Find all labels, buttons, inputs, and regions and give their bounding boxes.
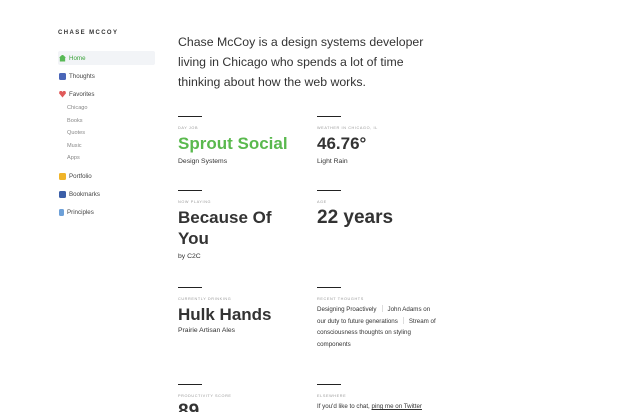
card-value: 46.76° <box>317 134 367 153</box>
card-value: 22 years <box>317 207 394 228</box>
card-label: PRODUCTIVITY SCORE <box>178 394 232 398</box>
intro-text: Chase McCoy is a design systems develope… <box>178 35 424 89</box>
card-label: ELSEWHERE <box>317 394 347 398</box>
thought-link[interactable]: Designing Proactively <box>317 306 377 313</box>
site-title[interactable]: CHASE MCCOY <box>58 30 158 36</box>
card-label: CURRENTLY DRINKING <box>178 297 232 301</box>
sub-item-quotes[interactable]: Quotes <box>67 127 158 140</box>
elsewhere-text: If you'd like to chat, ping me on Twitte… <box>317 401 457 412</box>
nav-label: Home <box>69 54 86 62</box>
nav-item-bookmarks[interactable]: Bookmarks <box>58 188 158 202</box>
bookmarks-icon <box>59 191 66 199</box>
nav-item-thoughts[interactable]: Thoughts <box>58 69 158 83</box>
card-label: NOW PLAYING <box>178 200 212 204</box>
divider <box>317 287 341 288</box>
divider <box>178 116 202 117</box>
card-label: AGE <box>317 200 327 204</box>
nav-label: Bookmarks <box>69 191 100 199</box>
nav-item-portfolio[interactable]: Portfolio <box>58 170 158 184</box>
nav-item-favorites[interactable]: Favorites <box>58 87 158 101</box>
separator <box>381 305 383 312</box>
separator <box>402 316 404 324</box>
home-icon <box>59 54 66 62</box>
card-day-job: DAY JOB Sprout Social Design Systems <box>178 116 298 165</box>
nav-label: Portfolio <box>69 173 92 181</box>
card-elsewhere: ELSEWHERE If you'd like to chat, ping me… <box>317 384 457 412</box>
heart-icon <box>59 90 66 98</box>
nav-label: Thoughts <box>69 72 95 80</box>
sub-item-chicago[interactable]: Chicago <box>67 102 158 115</box>
thought-list: Designing Proactively John Adams on our d… <box>317 304 437 350</box>
elsewhere-prefix: If you'd like to chat, <box>317 403 370 410</box>
card-value: Sprout Social <box>178 134 288 153</box>
sub-item-music[interactable]: Music <box>67 140 158 153</box>
card-value: 89 <box>178 401 200 412</box>
thoughts-icon <box>59 72 66 80</box>
card-label: RECENT THOUGHTS <box>317 297 364 301</box>
card-value: Hulk Hands <box>178 305 272 324</box>
nav-item-principles[interactable]: Principles <box>58 206 158 220</box>
card-now-playing: NOW PLAYING Because Of You by C2C <box>178 190 278 260</box>
sub-item-books[interactable]: Books <box>67 115 158 128</box>
card-label: DAY JOB <box>178 126 199 130</box>
divider <box>317 116 341 117</box>
card-productivity: PRODUCTIVITY SCORE 89 <box>178 384 298 412</box>
divider <box>178 190 202 191</box>
twitter-link[interactable]: ping me on Twitter <box>372 403 422 410</box>
card-sub: Design Systems <box>178 158 228 165</box>
sub-item-apps[interactable]: Apps <box>67 152 158 165</box>
divider <box>317 384 341 385</box>
card-drinking: CURRENTLY DRINKING Hulk Hands Prairie Ar… <box>178 287 298 334</box>
favorites-sublist: Chicago Books Quotes Music Apps <box>67 102 158 165</box>
sidebar: CHASE MCCOY Home Thoughts Favorites Chic… <box>58 30 158 224</box>
card-recent-thoughts: RECENT THOUGHTS Designing Proactively Joh… <box>317 287 437 350</box>
nav-label: Principles <box>67 209 94 217</box>
nav-label: Favorites <box>69 90 95 98</box>
divider <box>178 287 202 288</box>
portfolio-icon <box>59 173 66 181</box>
principles-icon <box>59 209 64 217</box>
card-sub: by C2C <box>178 253 201 260</box>
card-age: AGE 22 years <box>317 190 437 228</box>
divider <box>317 190 341 191</box>
card-sub: Prairie Artisan Ales <box>178 327 236 334</box>
card-value: Because Of You <box>178 208 272 248</box>
divider <box>178 384 202 385</box>
card-sub: Light Rain <box>317 158 348 165</box>
card-label: WEATHER IN CHICAGO, IL <box>317 126 378 130</box>
card-weather: WEATHER IN CHICAGO, IL 46.76° Light Rain <box>317 116 437 165</box>
nav-item-home[interactable]: Home <box>58 51 155 65</box>
